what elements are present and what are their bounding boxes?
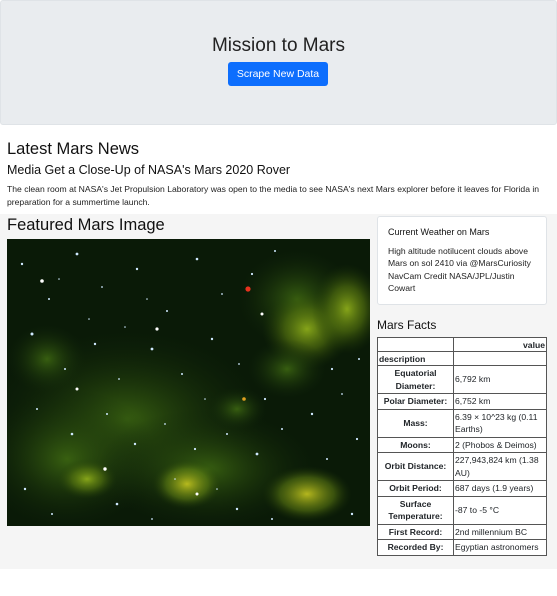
fact-label: Orbit Distance: xyxy=(377,452,454,481)
weather-title: Current Weather on Mars xyxy=(388,227,490,237)
news-title: Media Get a Close-Up of NASA's Mars 2020… xyxy=(7,163,291,177)
fact-label: First Record: xyxy=(377,523,454,540)
fact-value: 2nd millennium BC xyxy=(453,523,547,540)
fact-value: -87 to -5 °C xyxy=(453,495,547,525)
table-header-value: value xyxy=(453,337,547,352)
table-header-empty xyxy=(377,337,454,352)
mars-facts-heading: Mars Facts xyxy=(377,318,437,332)
fact-label: Recorded By: xyxy=(377,539,454,556)
fact-label: Moons: xyxy=(377,436,454,453)
fact-value: 6,792 km xyxy=(453,365,547,394)
fact-label: Orbit Period: xyxy=(377,480,454,497)
scrape-new-data-button[interactable]: Scrape New Data xyxy=(228,62,328,86)
weather-text: High altitude notilucent clouds above Ma… xyxy=(388,246,531,294)
featured-mars-image xyxy=(7,239,370,526)
table-row: Mass: 6.39 × 10^23 kg (0.11 Earths) xyxy=(377,408,547,438)
table-row: First Record: 2nd millennium BC xyxy=(377,523,547,540)
featured-image-heading: Featured Mars Image xyxy=(7,216,165,234)
weather-card: Current Weather on Mars High altitude no… xyxy=(377,216,547,305)
table-header-description: description xyxy=(377,351,454,366)
fact-value: 2 (Phobos & Deimos) xyxy=(453,436,547,453)
news-heading: Latest Mars News xyxy=(7,140,140,158)
table-row: Equatorial Diameter: 6,792 km xyxy=(377,365,547,394)
news-paragraph: The clean room at NASA's Jet Propulsion … xyxy=(7,184,540,207)
table-row: Recorded By: Egyptian astronomers xyxy=(377,539,547,556)
fact-value: 6.39 × 10^23 kg (0.11 Earths) xyxy=(453,408,547,438)
table-row: Surface Temperature: -87 to -5 °C xyxy=(377,495,547,525)
fact-value: Egyptian astronomers xyxy=(453,539,547,556)
table-row: Orbit Period: 687 days (1.9 years) xyxy=(377,480,547,497)
fact-value: 227,943,824 km (1.38 AU) xyxy=(453,452,547,481)
fact-value: 687 days (1.9 years) xyxy=(453,480,547,497)
page-title: Mission to Mars xyxy=(211,35,346,56)
fact-label: Mass: xyxy=(377,408,454,438)
table-header-row: description xyxy=(377,351,547,366)
fact-label: Surface Temperature: xyxy=(377,495,454,525)
nebula-starfield-image xyxy=(7,239,370,526)
fact-label: Equatorial Diameter: xyxy=(377,365,454,394)
table-header-row: value xyxy=(377,337,547,352)
table-row: Polar Diameter: 6,752 km xyxy=(377,393,547,410)
table-row: Orbit Distance: 227,943,824 km (1.38 AU) xyxy=(377,452,547,481)
jumbotron-header: Mission to Mars Scrape New Data xyxy=(0,0,557,125)
fact-label: Polar Diameter: xyxy=(377,393,454,410)
fact-value: 6,752 km xyxy=(453,393,547,410)
table-header-empty xyxy=(453,351,547,366)
table-row: Moons: 2 (Phobos & Deimos) xyxy=(377,436,547,453)
mars-facts-table: value description Equatorial Diameter: 6… xyxy=(377,337,547,556)
